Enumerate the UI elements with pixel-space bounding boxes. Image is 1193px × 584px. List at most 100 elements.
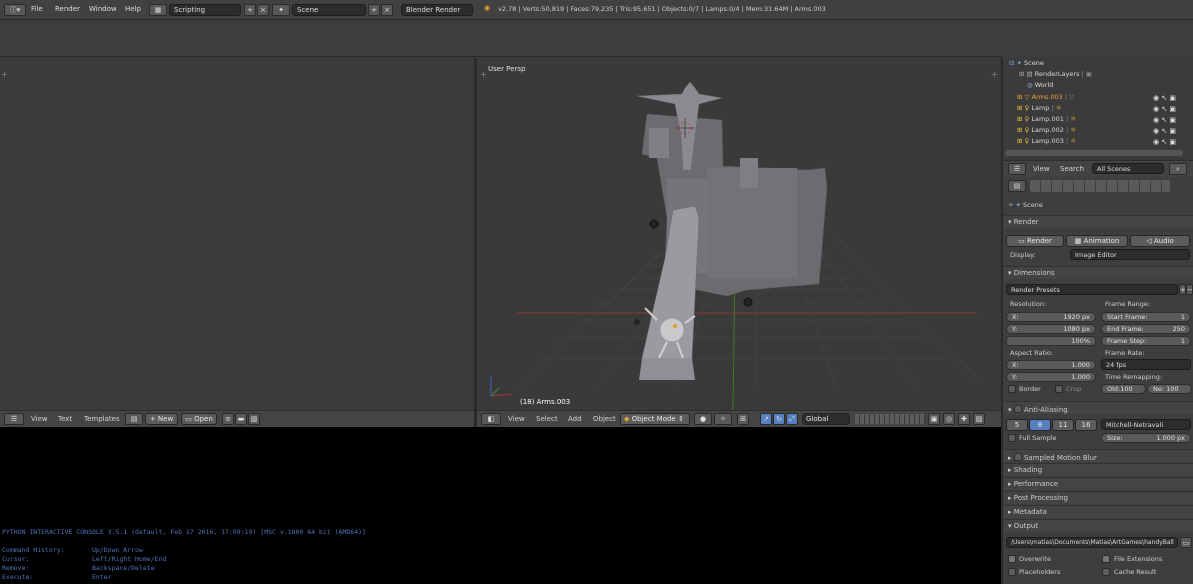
aa-filter-dropdown[interactable]: Mitchell-Netravali xyxy=(1101,419,1191,430)
text-menu-view[interactable]: View xyxy=(31,415,48,423)
remove-scene-icon[interactable]: × xyxy=(381,4,393,16)
aa-samples-16[interactable]: 16 xyxy=(1075,419,1097,431)
overwrite-checkbox[interactable] xyxy=(1008,555,1016,563)
anti-aliasing-checkbox[interactable] xyxy=(1013,405,1022,413)
info-editor-type-icon[interactable]: ⓘ▾ xyxy=(4,4,26,16)
cache-result-checkbox[interactable] xyxy=(1102,568,1110,576)
metadata-panel[interactable]: ▸ Metadata xyxy=(1003,505,1193,518)
animation-button[interactable]: ▦ Animation xyxy=(1066,235,1128,247)
corner-plus-icon[interactable]: + xyxy=(1,70,8,79)
outliner-display-dropdown[interactable]: All Scenes xyxy=(1092,163,1164,174)
audio-button[interactable]: ◁ Audio xyxy=(1130,235,1190,247)
scene-field[interactable]: Scene xyxy=(292,4,366,16)
menu-render[interactable]: Render xyxy=(55,5,80,13)
start-frame-field[interactable]: Start Frame: 1 xyxy=(1101,312,1191,322)
dimensions-panel-header[interactable]: ▾ Dimensions xyxy=(1003,266,1193,279)
file-extensions-checkbox[interactable] xyxy=(1102,555,1110,563)
properties-context-tabs[interactable] xyxy=(1030,180,1170,192)
file-browse-icon[interactable]: ▭ xyxy=(1180,537,1192,548)
shading-panel[interactable]: ▸ Shading xyxy=(1003,463,1193,476)
scale-icon[interactable]: ⤢ xyxy=(786,413,798,425)
3d-menu-select[interactable]: Select xyxy=(536,415,558,423)
3d-viewport[interactable]: User Persp (18) Arms.003 + + xyxy=(477,58,1000,410)
new-text-button[interactable]: + New xyxy=(145,413,178,425)
menu-window[interactable]: Window xyxy=(89,5,117,13)
open-text-button[interactable]: ▭ Open xyxy=(181,413,217,425)
full-sample-checkbox[interactable] xyxy=(1008,434,1016,442)
placeholders-checkbox[interactable] xyxy=(1008,568,1016,576)
border-checkbox[interactable] xyxy=(1008,385,1016,393)
add-preset-icon[interactable]: + xyxy=(1179,284,1186,295)
lock-camera-icon[interactable]: ▣ xyxy=(928,413,940,425)
snap-icon[interactable]: ✚ xyxy=(958,413,970,425)
object-mode-dropdown[interactable]: ◆ Object Mode ⇕ xyxy=(620,413,690,425)
post-processing-panel[interactable]: ▸ Post Processing xyxy=(1003,491,1193,504)
layer-buttons[interactable] xyxy=(855,414,925,424)
python-console[interactable]: PYTHON INTERACTIVE CONSOLE 3.5.1 (defaul… xyxy=(0,427,1001,584)
outliner-item-lamp002[interactable]: ⊞ ♀ Lamp.002 | ☼ xyxy=(1017,126,1076,137)
outliner-item-world[interactable]: ◍ World xyxy=(1027,81,1053,92)
aspect-y-field[interactable]: Y: 1.000 xyxy=(1006,372,1096,382)
3d-menu-object[interactable]: Object xyxy=(593,415,616,423)
scene-icon[interactable]: ✦ xyxy=(272,4,290,16)
outliner-menu-search[interactable]: Search xyxy=(1060,165,1084,173)
outliner-item-scene[interactable]: ⊟ ✦ Scene xyxy=(1009,59,1044,70)
menu-help[interactable]: Help xyxy=(125,5,141,13)
frame-rate-dropdown[interactable]: 24 fps xyxy=(1101,359,1191,370)
outliner-search-icon[interactable]: ⌕ xyxy=(1169,163,1187,175)
resolution-percent-field[interactable]: 100% xyxy=(1006,336,1096,346)
performance-panel[interactable]: ▸ Performance xyxy=(1003,477,1193,490)
end-frame-field[interactable]: End Frame: 250 xyxy=(1101,324,1191,334)
viewport-shading-icon[interactable]: ● xyxy=(694,413,712,425)
properties-editor[interactable]: ▤ ✧ ✦ Scene ▾ Render ▭ Render ▦ Animatio… xyxy=(1003,177,1193,584)
render-presets-dropdown[interactable]: Render Presets xyxy=(1006,284,1178,295)
add-layout-icon[interactable]: + xyxy=(244,4,256,16)
translate-icon[interactable]: ↗ xyxy=(760,413,772,425)
3d-menu-view[interactable]: View xyxy=(508,415,525,423)
manipulator-icon[interactable]: ⊞ xyxy=(737,413,749,425)
aa-samples-11[interactable]: 11 xyxy=(1052,419,1074,431)
aspect-x-field[interactable]: X: 1.000 xyxy=(1006,360,1096,370)
output-path-field[interactable]: /Users\matias\Documents\Matias\ArtGames\… xyxy=(1006,537,1178,548)
resolution-y-field[interactable]: Y: 1080 px xyxy=(1006,324,1096,334)
outliner-menu-view[interactable]: View xyxy=(1033,165,1050,173)
aa-samples-5[interactable]: 5 xyxy=(1006,419,1028,431)
motion-blur-checkbox[interactable] xyxy=(1013,453,1022,461)
outliner-item-lamp001[interactable]: ⊞ ♀ Lamp.001 | ☼ xyxy=(1017,115,1076,126)
outliner-scrollbar[interactable] xyxy=(1005,150,1183,156)
syntax-highlight-icon[interactable]: ▧ xyxy=(248,413,260,425)
text-menu-text[interactable]: Text xyxy=(58,415,72,423)
time-remap-old-field[interactable]: Old:100 xyxy=(1101,384,1146,394)
remove-preset-icon[interactable]: − xyxy=(1186,284,1193,295)
outliner-item-renderlayers[interactable]: ⊞ ▤ RenderLayers | ▣ xyxy=(1019,70,1092,81)
resolution-x-field[interactable]: X: 1920 px xyxy=(1006,312,1096,322)
time-remap-new-field[interactable]: Ne: 100 xyxy=(1147,384,1192,394)
remove-layout-icon[interactable]: × xyxy=(257,4,269,16)
frame-step-field[interactable]: Frame Step: 1 xyxy=(1101,336,1191,346)
text-editor-area[interactable]: + xyxy=(0,58,474,410)
text-menu-templates[interactable]: Templates xyxy=(84,415,120,423)
tool-shelf-toggle-icon[interactable]: + xyxy=(480,70,487,79)
pivot-point-icon[interactable]: ✧ xyxy=(714,413,732,425)
crop-checkbox[interactable] xyxy=(1055,385,1063,393)
screen-layout-icon[interactable]: ▦ xyxy=(149,4,167,16)
render-button[interactable]: ▭ Render xyxy=(1006,235,1064,247)
anti-aliasing-panel-header[interactable]: ▾ Anti-Aliasing xyxy=(1003,401,1193,414)
outliner-type-icon[interactable]: ☰ xyxy=(1008,163,1026,175)
display-dropdown[interactable]: Image Editor xyxy=(1070,249,1190,260)
visibility-toggles[interactable]: ◉ ↖ ▣ ◉ ↖ ▣ ◉ ↖ ▣ ◉ ↖ ▣ ◉ ↖ ▣ xyxy=(1153,93,1187,148)
line-numbers-icon[interactable]: ≡ xyxy=(222,413,234,425)
aa-samples-8[interactable]: 8 xyxy=(1029,419,1051,431)
properties-shelf-toggle-icon[interactable]: + xyxy=(991,70,998,79)
sampled-motion-blur-panel[interactable]: ▸ Sampled Motion Blur xyxy=(1003,449,1193,462)
render-panel-header[interactable]: ▾ Render xyxy=(1003,215,1193,228)
render-preview-icon[interactable]: ▨ xyxy=(973,413,985,425)
3d-view-type-icon[interactable]: ◧ xyxy=(481,413,501,425)
text-browse-icon[interactable]: ▤ xyxy=(125,413,143,425)
properties-type-icon[interactable]: ▤ xyxy=(1008,180,1026,192)
output-panel-header[interactable]: ▾ Output xyxy=(1003,519,1193,532)
proportional-edit-icon[interactable]: ◎ xyxy=(943,413,955,425)
render-engine-dropdown[interactable]: Blender Render xyxy=(401,4,473,16)
transform-orientation-dropdown[interactable]: Global xyxy=(802,413,850,425)
outliner[interactable]: ⊟ ✦ Scene ⊞ ▤ RenderLayers | ▣ ◍ World ⊞… xyxy=(1003,58,1193,160)
